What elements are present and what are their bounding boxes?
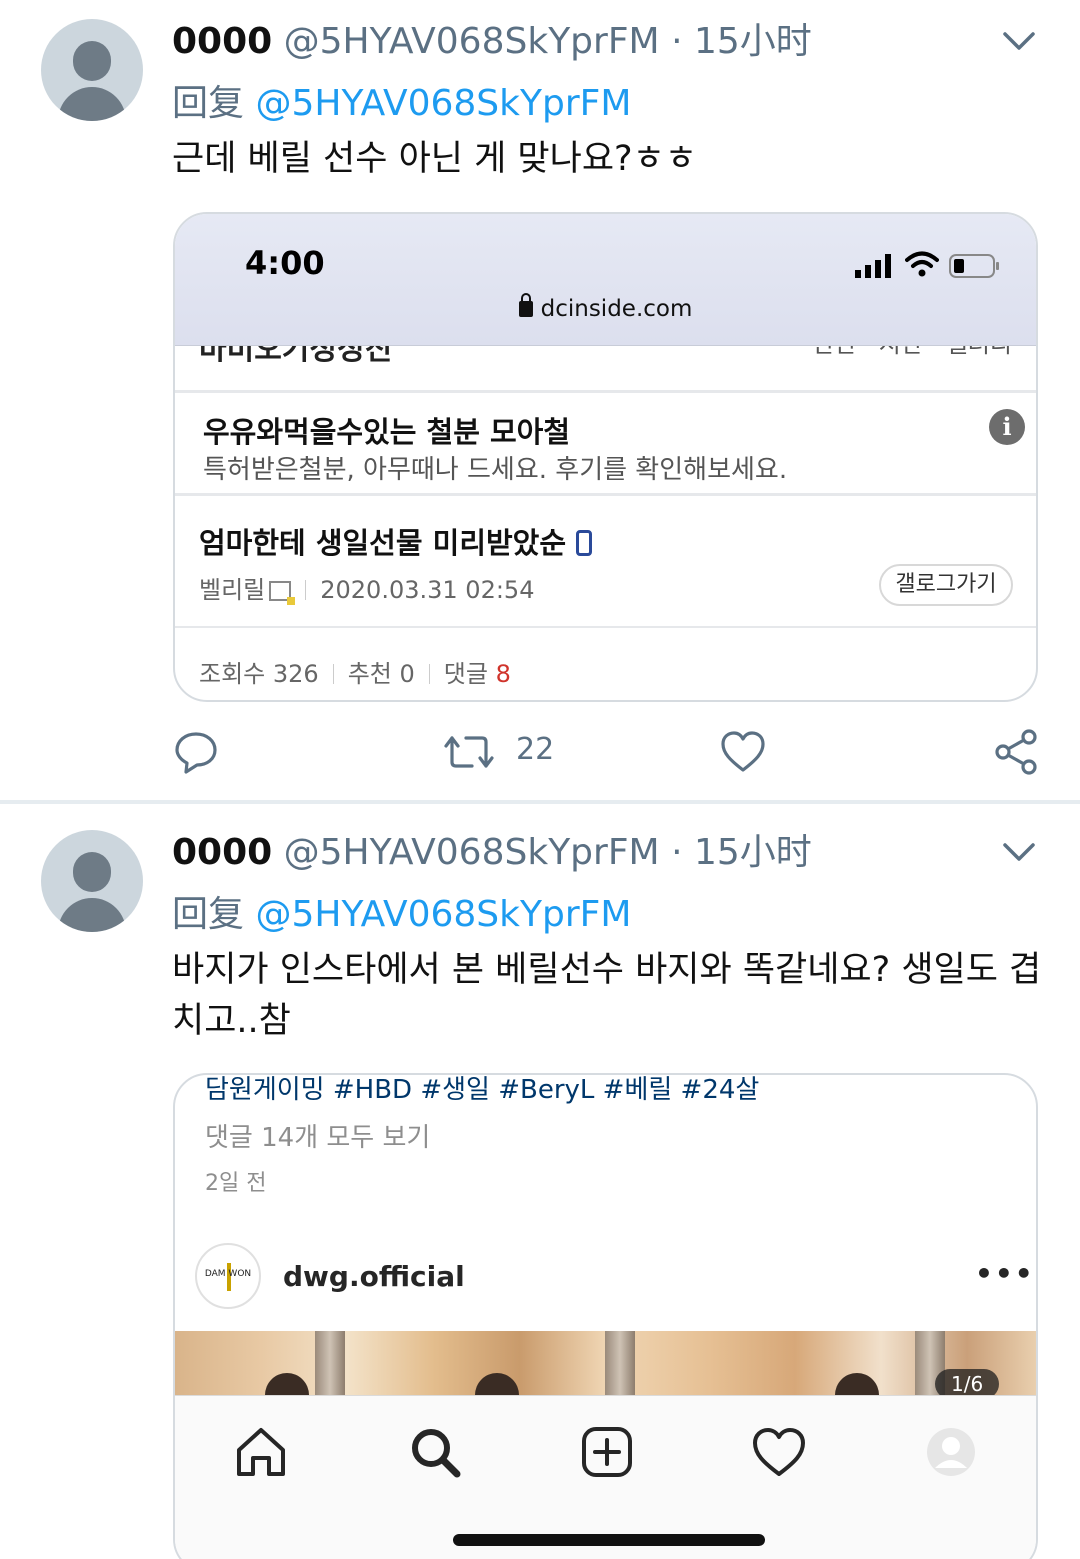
avatar[interactable] bbox=[41, 830, 143, 932]
meta-divider bbox=[305, 580, 307, 600]
display-name[interactable]: 0000 bbox=[172, 832, 272, 873]
search-icon[interactable] bbox=[407, 1424, 463, 1480]
gallog-button[interactable]: 갤로그가기 bbox=[879, 564, 1013, 606]
post-photo[interactable]: 1/6 bbox=[175, 1331, 1036, 1395]
phone-status-bar: 4:00 dcinside.com bbox=[175, 214, 1036, 346]
meta-divider bbox=[332, 664, 334, 684]
comment-icon bbox=[175, 732, 217, 774]
tweet-divider bbox=[0, 800, 1080, 804]
avatar-logo-text: DAM WON bbox=[204, 1269, 252, 1279]
ad-banner[interactable]: 우유와먹을수있는 철분 모아철 특허받은철분, 아무때나 드세요. 후기를 확인… bbox=[175, 390, 1036, 496]
profile-icon[interactable] bbox=[923, 1424, 979, 1480]
more-options-icon[interactable]: ••• bbox=[975, 1257, 1035, 1290]
retweet-icon bbox=[444, 736, 494, 768]
instagram-hashtags[interactable]: 담원게이밍 #HBD #생일 #BeryL #베릴 #24살 bbox=[205, 1075, 759, 1106]
account-avatar[interactable]: DAM WON bbox=[195, 1243, 261, 1309]
post-author[interactable]: 벨리릴 bbox=[199, 576, 265, 604]
reply-label: 回复 bbox=[172, 83, 245, 124]
home-indicator bbox=[453, 1534, 765, 1546]
instagram-bottom-nav bbox=[175, 1395, 1036, 1559]
separator-dot: · bbox=[671, 21, 683, 62]
share-icon bbox=[995, 729, 1037, 775]
tweet-1[interactable]: 0000 @5HYAV068SkYprFM · 15小时 回复 @5HYAV06… bbox=[0, 0, 1080, 800]
mobile-phone-icon bbox=[576, 530, 593, 556]
image-attachment-instagram[interactable]: 담원게이밍 #HBD #생일 #BeryL #베릴 #24살 댓글 14개 모두… bbox=[173, 1073, 1038, 1559]
share-button[interactable] bbox=[994, 728, 1038, 776]
info-icon[interactable]: i bbox=[989, 409, 1025, 445]
reply-button[interactable] bbox=[174, 728, 218, 776]
like-icon bbox=[721, 731, 765, 772]
divider bbox=[175, 626, 1036, 628]
tweet-text: 근데 베릴 선수 아닌 게 맞나요?ㅎㅎ bbox=[172, 139, 698, 179]
cellular-signal-icon bbox=[855, 254, 891, 278]
cropped-gallery-title: 바비오기정정진 bbox=[199, 346, 393, 367]
image-attachment-dcinside[interactable]: 4:00 dcinside.com 바비오기정정진 년선 · 지난 · 갤러리 bbox=[173, 212, 1038, 702]
activity-heart-icon[interactable] bbox=[751, 1424, 807, 1480]
post-meta: 벨리릴 2020.03.31 02:54 bbox=[199, 570, 534, 605]
reply-mention-link[interactable]: @5HYAV068SkYprFM bbox=[255, 894, 631, 935]
retweet-count: 22 bbox=[516, 732, 555, 767]
fixed-user-icon bbox=[269, 581, 296, 605]
chevron-down-icon[interactable] bbox=[1002, 30, 1036, 52]
new-post-icon[interactable] bbox=[579, 1424, 635, 1480]
display-name[interactable]: 0000 bbox=[172, 21, 272, 62]
carousel-page-indicator: 1/6 bbox=[935, 1369, 1000, 1395]
reply-label: 回复 bbox=[172, 894, 245, 935]
reply-context: 回复 @5HYAV068SkYprFM bbox=[172, 82, 631, 126]
tweet-header: 0000 @5HYAV068SkYprFM · 15小时 bbox=[172, 831, 812, 875]
account-name[interactable]: dwg.official bbox=[283, 1260, 465, 1293]
tweet-2[interactable]: 0000 @5HYAV068SkYprFM · 15小时 回复 @5HYAV06… bbox=[0, 811, 1080, 1559]
tweet-text: 바지가 인스타에서 본 베릴선수 바지와 똑같네요? 생일도 겹치고..참 bbox=[172, 950, 1042, 1041]
avatar[interactable] bbox=[41, 19, 143, 121]
retweet-button[interactable] bbox=[442, 728, 496, 776]
view-all-comments-link[interactable]: 댓글 14개 모두 보기 bbox=[205, 1117, 430, 1154]
reply-mention-link[interactable]: @5HYAV068SkYprFM bbox=[255, 83, 631, 124]
comment-label: 댓글 bbox=[443, 660, 488, 688]
view-count: 조회수 326 bbox=[199, 660, 319, 688]
separator-dot: · bbox=[671, 832, 683, 873]
post-stats: 조회수 326 추천 0 댓글 8 bbox=[199, 654, 511, 689]
post-datetime: 2020.03.31 02:54 bbox=[320, 576, 535, 604]
lock-icon bbox=[518, 293, 533, 317]
battery-icon bbox=[949, 254, 999, 278]
browser-url-bar[interactable]: dcinside.com bbox=[175, 293, 1036, 322]
post-title: 엄마한테 생일선물 미리받았순 bbox=[199, 520, 593, 562]
status-clock: 4:00 bbox=[245, 244, 325, 282]
wifi-icon bbox=[905, 251, 939, 277]
comment-count: 8 bbox=[495, 660, 511, 688]
ad-description: 특허받은철분, 아무때나 드세요. 후기를 확인해보세요. bbox=[203, 455, 788, 485]
home-icon[interactable] bbox=[233, 1424, 289, 1480]
meta-divider bbox=[428, 664, 430, 684]
user-handle[interactable]: @5HYAV068SkYprFM bbox=[284, 832, 660, 873]
like-button[interactable] bbox=[720, 728, 766, 776]
chevron-down-icon[interactable] bbox=[1002, 841, 1036, 863]
recommend-count: 추천 0 bbox=[347, 660, 415, 688]
timestamp[interactable]: 15小时 bbox=[694, 21, 812, 62]
cropped-gallery-tabs: 년선 · 지난 · 갤러리 bbox=[812, 346, 1012, 359]
cropped-gallery-header: 바비오기정정진 년선 · 지난 · 갤러리 bbox=[175, 346, 1036, 386]
post-title-text: 엄마한테 생일선물 미리받았순 bbox=[199, 526, 567, 560]
reply-context: 回复 @5HYAV068SkYprFM bbox=[172, 893, 631, 937]
user-handle[interactable]: @5HYAV068SkYprFM bbox=[284, 21, 660, 62]
ad-title: 우유와먹을수있는 철분 모아철 bbox=[203, 415, 571, 449]
tweet-header: 0000 @5HYAV068SkYprFM · 15小时 bbox=[172, 20, 812, 64]
tweet-action-bar: 22 bbox=[0, 728, 1080, 778]
timestamp[interactable]: 15小时 bbox=[694, 832, 812, 873]
url-text: dcinside.com bbox=[540, 296, 693, 322]
post-age: 2일 전 bbox=[205, 1171, 267, 1196]
